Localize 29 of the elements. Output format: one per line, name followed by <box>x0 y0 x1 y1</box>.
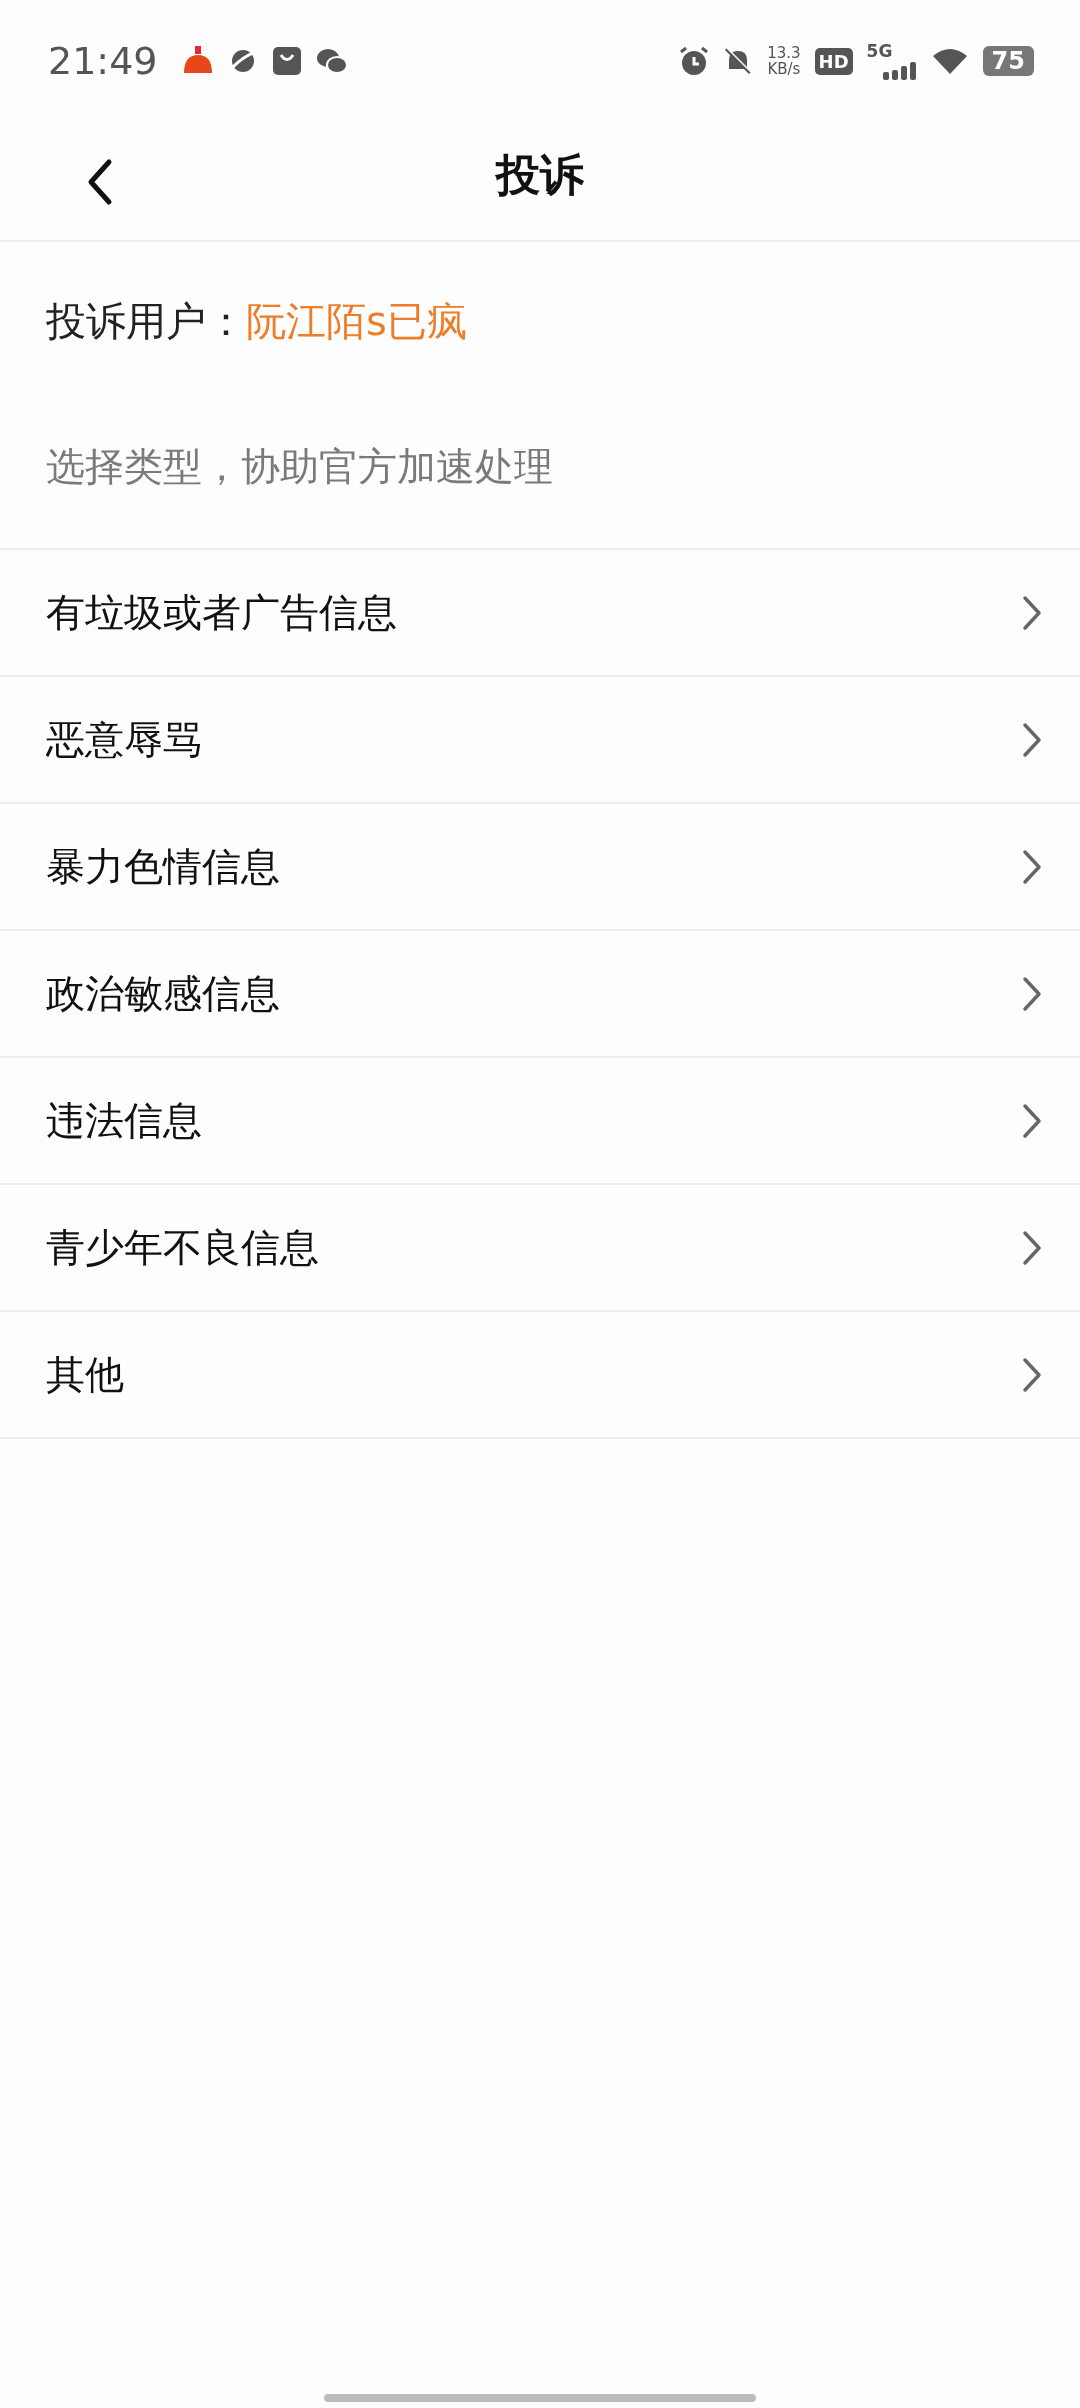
report-option[interactable]: 其他 <box>0 1312 1080 1439</box>
battery-indicator: 75 <box>982 46 1034 76</box>
chevron-right-icon <box>1022 1356 1042 1393</box>
chevron-right-icon <box>1022 848 1042 885</box>
wifi-icon <box>930 46 969 76</box>
report-option[interactable]: 有垃圾或者广告信息 <box>0 550 1080 677</box>
report-option[interactable]: 青少年不良信息 <box>0 1185 1080 1312</box>
report-option[interactable]: 政治敏感信息 <box>0 931 1080 1058</box>
hd-badge: HD <box>814 47 853 75</box>
alarm-icon <box>679 46 710 76</box>
muted-bell-icon <box>723 46 754 76</box>
signal-icon <box>882 60 917 80</box>
target-label: 投诉用户： <box>46 296 246 346</box>
chevron-right-icon <box>1022 975 1042 1012</box>
status-time: 21:49 <box>48 39 158 83</box>
chevron-right-icon <box>1022 1229 1042 1266</box>
chevron-right-icon <box>1022 721 1042 758</box>
hint-text: 选择类型，协助官方加速处理 <box>46 443 554 491</box>
report-option[interactable]: 违法信息 <box>0 1058 1080 1185</box>
network-type: 5G <box>866 42 893 60</box>
shopping-bag-icon <box>271 46 302 76</box>
net-speed-value: 13.3 <box>767 45 801 61</box>
net-speed-unit: KB/s <box>767 61 801 77</box>
chevron-right-icon <box>1022 594 1042 631</box>
chevron-right-icon <box>1022 1102 1042 1139</box>
report-option[interactable]: 恶意辱骂 <box>0 677 1080 804</box>
report-option[interactable]: 暴力色情信息 <box>0 804 1080 931</box>
target-username: 阮江陌s已疯 <box>246 296 467 346</box>
page-title: 投诉 <box>496 147 584 202</box>
